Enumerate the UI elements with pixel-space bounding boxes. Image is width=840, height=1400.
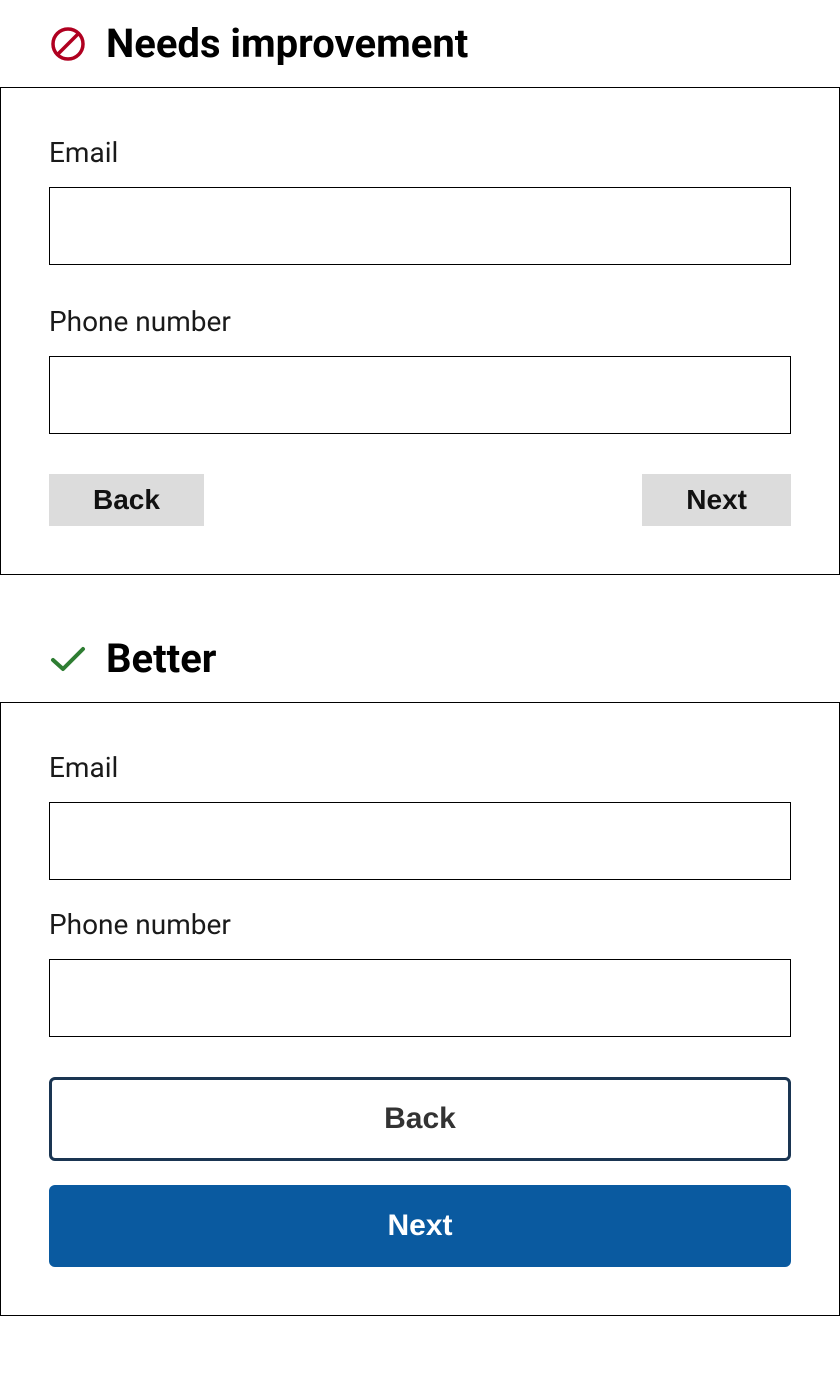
good-example-title: Better	[106, 635, 216, 682]
next-button[interactable]: Next	[642, 474, 791, 526]
check-icon	[50, 645, 86, 673]
phone-label: Phone number	[49, 908, 791, 941]
bad-example-title: Needs improvement	[106, 20, 468, 67]
good-example-box: Email Phone number Back Next	[0, 702, 840, 1316]
phone-field-group: Phone number	[49, 305, 791, 434]
next-button[interactable]: Next	[49, 1185, 791, 1267]
button-row: Back Next	[49, 474, 791, 526]
email-field-group: Email	[49, 136, 791, 265]
bad-example-box: Email Phone number Back Next	[0, 87, 840, 575]
back-button[interactable]: Back	[49, 474, 204, 526]
email-input[interactable]	[49, 802, 791, 880]
prohibited-icon	[50, 26, 86, 62]
good-example-header: Better	[0, 615, 840, 702]
back-button[interactable]: Back	[49, 1077, 791, 1161]
email-input[interactable]	[49, 187, 791, 265]
email-label: Email	[49, 751, 791, 784]
bad-example-header: Needs improvement	[0, 0, 840, 87]
phone-label: Phone number	[49, 305, 791, 338]
phone-field-group: Phone number	[49, 908, 791, 1037]
phone-input[interactable]	[49, 959, 791, 1037]
email-label: Email	[49, 136, 791, 169]
email-field-group: Email	[49, 751, 791, 880]
phone-input[interactable]	[49, 356, 791, 434]
